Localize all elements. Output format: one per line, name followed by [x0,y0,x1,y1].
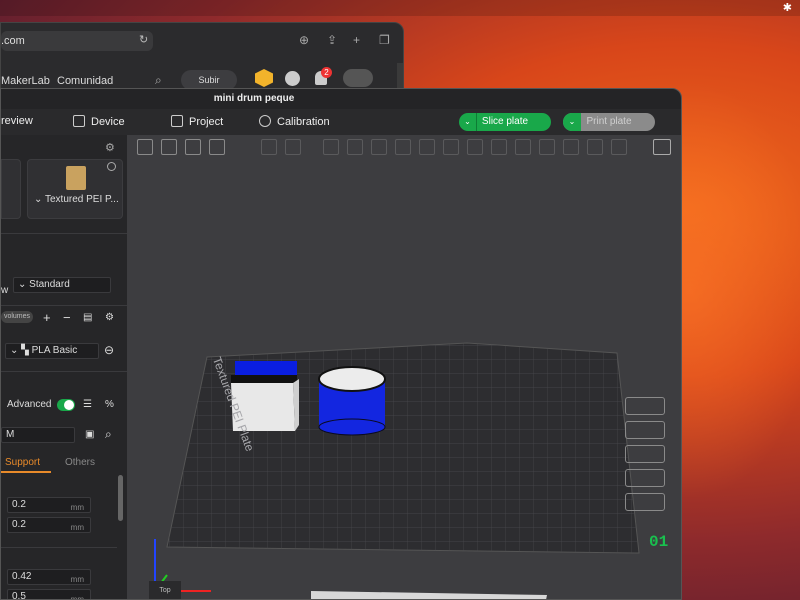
filament-edit-icon[interactable]: ▤ [83,312,92,323]
setting-value: 0.2 [12,519,26,530]
chevron-down-icon[interactable]: ⌄ [459,113,477,131]
window-title: mini drum peque [213,93,295,104]
setting-value: 0.5 [12,591,26,600]
chevron-down-icon[interactable]: ⌄ [563,113,581,131]
url-bar[interactable]: .com [1,31,153,51]
points-hex-icon[interactable] [255,69,273,87]
advanced-label: Advanced [7,399,52,410]
tab-project[interactable]: Project [171,115,223,128]
volumes-label: volumes [3,313,31,320]
tab-project-label: Project [189,116,224,128]
reload-icon[interactable]: ↻ [139,33,148,46]
divider [1,547,117,548]
save-icon[interactable]: ▣ [85,429,94,440]
url-text: .com [1,35,25,47]
plate-type-value: Textured PEI P... [44,194,119,205]
bluetooth-icon[interactable]: ✱ [783,1,792,14]
info-icon[interactable] [107,162,116,171]
menu-bar: ✱ [0,0,800,16]
divider [1,233,127,234]
new-tab-icon[interactable]: + [353,33,360,47]
tab-preview-label: review [1,115,33,127]
share-icon[interactable]: ⇪ [327,33,337,47]
tab-calibration-label: Calibration [277,116,330,128]
settings-scrollbar[interactable] [118,475,123,521]
avatar[interactable] [343,69,373,87]
tab-device[interactable]: Device [73,115,125,128]
remove-icon[interactable]: − [63,310,71,325]
setting-field[interactable]: 0.2 mm [7,497,91,513]
tab-preview[interactable]: review [1,115,33,127]
arrange-plate-icon[interactable] [625,445,665,463]
setting-field[interactable]: 0.5 mm [7,589,91,600]
calibration-icon [259,115,271,127]
nav-makerlab[interactable]: MakerLab [1,75,50,87]
setting-field[interactable]: 0.2 mm [7,517,91,533]
slice-plate-button[interactable]: ⌄ Slice plate [459,113,551,131]
unit-label: mm [70,503,84,512]
add-icon[interactable]: + [43,310,51,325]
plate-type-label: ⌄ Textured PEI P... [34,194,119,205]
unit-label: mm [70,575,84,584]
divider [1,371,127,372]
plate-type-card[interactable]: ⌄ Textured PEI P... [27,159,123,219]
list-icon[interactable]: ☰ [83,399,92,410]
slice-plate-label: Slice plate [481,116,529,127]
search-field[interactable]: M [1,427,75,443]
printer-card[interactable] [1,159,21,219]
active-tab-indicator [1,471,51,473]
build-plate-scene [154,342,640,599]
filament-select[interactable]: ⌄ ▚ PLA Basic [5,343,99,359]
search-value: M [6,429,15,440]
divider [1,305,127,306]
3d-viewport[interactable]: Textured PEI Plate 01 Top [127,135,681,599]
setting-value: 0.42 [12,571,32,582]
tab-support[interactable]: Support [5,457,40,468]
chat-icon[interactable] [285,71,300,86]
close-plate-icon[interactable] [625,397,665,415]
unit-label: mm [70,523,84,532]
drum-top [318,366,386,392]
filament-value: PLA Basic [31,345,78,356]
device-icon [73,115,85,127]
tabs-overview-icon[interactable]: ❐ [379,33,390,47]
volumes-toggle[interactable]: volumes [1,311,33,323]
drum-bottom [318,418,386,436]
upload-label: Subir [198,75,220,85]
advanced-toggle[interactable] [57,399,75,411]
download-icon[interactable]: ⊕ [299,33,309,47]
process-prefix: w [1,285,9,296]
filament-settings-icon[interactable]: ⚙ [105,312,114,323]
plate-settings-icon[interactable] [625,493,665,511]
plate-number: 01 [649,533,669,551]
unit-label: mm [70,595,84,600]
setting-value: 0.2 [12,499,26,510]
project-icon [171,115,183,127]
nav-comunidad[interactable]: Comunidad [57,75,113,87]
auto-orient-icon[interactable] [625,421,665,439]
lock-plate-icon[interactable] [625,469,665,487]
notification-badge: 2 [321,67,332,78]
process-preset-select[interactable]: ⌄ Standard [13,277,111,293]
print-plate-label: Print plate [586,116,632,127]
compare-icon[interactable]: % [105,399,114,410]
print-plate-button[interactable]: ⌄ Print plate [563,113,655,131]
search-icon[interactable]: ⌕ [155,73,162,88]
plate-image [66,166,86,190]
remove-filament-icon[interactable]: ⊖ [104,343,114,357]
tab-calibration[interactable]: Calibration [259,115,330,128]
slicer-window: mini drum peque review Device Project Ca… [0,88,682,600]
settings-panel: ⚙ ⌄ Textured PEI P... w ⌄ Standard volum… [1,135,127,600]
tab-others[interactable]: Others [65,457,95,468]
view-top-button[interactable]: Top [149,581,181,599]
search-icon[interactable]: ⌕ [105,427,112,442]
gear-icon[interactable]: ⚙ [105,141,115,154]
upload-button[interactable]: Subir [181,70,237,90]
plate-label-strip [311,591,547,599]
view-top-label: Top [159,587,171,594]
tab-device-label: Device [91,116,125,128]
process-preset-value: Standard [29,279,70,290]
setting-field[interactable]: 0.42 mm [7,569,91,585]
